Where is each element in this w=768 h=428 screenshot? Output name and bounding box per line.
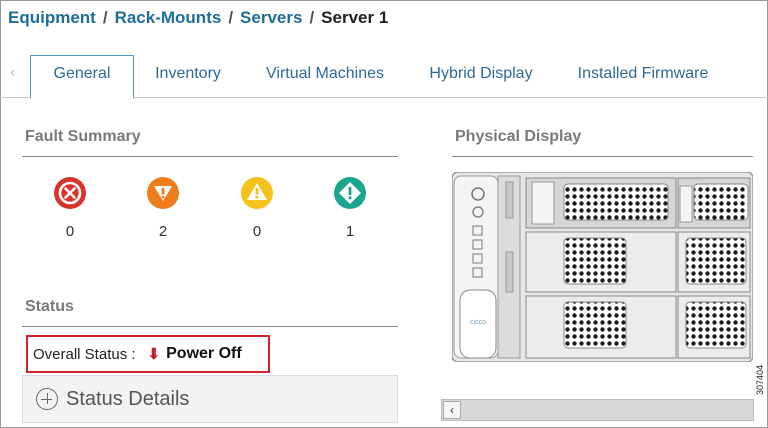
- scroll-left-button[interactable]: ‹: [443, 401, 461, 419]
- minor-icon: [241, 177, 273, 209]
- physical-display-title: Physical Display: [455, 128, 582, 145]
- breadcrumb-servers[interactable]: Servers: [240, 8, 302, 28]
- cisco-logo: cisco: [470, 319, 486, 326]
- breadcrumb-separator: /: [309, 8, 315, 27]
- warning-icon: [334, 177, 366, 209]
- fault-minor-count: 0: [252, 223, 262, 240]
- breadcrumb-current: Server 1: [321, 8, 389, 27]
- breadcrumb-separator: /: [102, 8, 108, 27]
- status-title: Status: [25, 298, 74, 315]
- fault-critical[interactable]: 0: [50, 176, 90, 240]
- fault-minor[interactable]: 0: [237, 176, 277, 240]
- divider: [22, 326, 398, 327]
- breadcrumb: Equipment / Rack-Mounts / Servers / Serv…: [8, 8, 388, 28]
- tab-virtual-machines[interactable]: Virtual Machines: [252, 56, 398, 98]
- chevron-left-icon[interactable]: ‹: [10, 64, 15, 82]
- server-image[interactable]: cisco: [452, 172, 753, 362]
- overall-status: Overall Status : ⬇ Power Off: [26, 335, 270, 373]
- tab-inventory[interactable]: Inventory: [144, 56, 232, 98]
- status-details-expander[interactable]: Status Details: [22, 375, 398, 423]
- breadcrumb-rack-mounts[interactable]: Rack-Mounts: [115, 8, 222, 28]
- tab-bar: ‹ General Inventory Virtual Machines Hyb…: [0, 52, 768, 99]
- overall-status-label: Overall Status :: [33, 345, 136, 363]
- tab-general[interactable]: General: [30, 55, 134, 99]
- fault-major-count: 2: [158, 223, 168, 240]
- fault-major[interactable]: 2: [143, 176, 183, 240]
- tab-installed-firmware[interactable]: Installed Firmware: [564, 56, 722, 98]
- breadcrumb-separator: /: [228, 8, 234, 27]
- fault-warning[interactable]: 1: [330, 176, 370, 240]
- divider: [22, 156, 398, 157]
- critical-icon: [54, 177, 86, 209]
- fault-critical-count: 0: [65, 223, 75, 240]
- breadcrumb-equipment[interactable]: Equipment: [8, 8, 96, 28]
- fault-summary-title: Fault Summary: [25, 128, 141, 145]
- arrow-down-icon: ⬇: [147, 346, 161, 363]
- horizontal-scrollbar[interactable]: ‹: [441, 399, 754, 421]
- overall-status-value: Power Off: [166, 345, 242, 362]
- figure-id: 307404: [755, 364, 765, 395]
- divider: [452, 156, 753, 157]
- status-details-label: Status Details: [66, 387, 190, 410]
- tab-hybrid-display[interactable]: Hybrid Display: [418, 56, 544, 98]
- fault-warning-count: 1: [345, 223, 355, 240]
- major-icon: [147, 177, 179, 209]
- plus-circle-icon: [36, 388, 58, 410]
